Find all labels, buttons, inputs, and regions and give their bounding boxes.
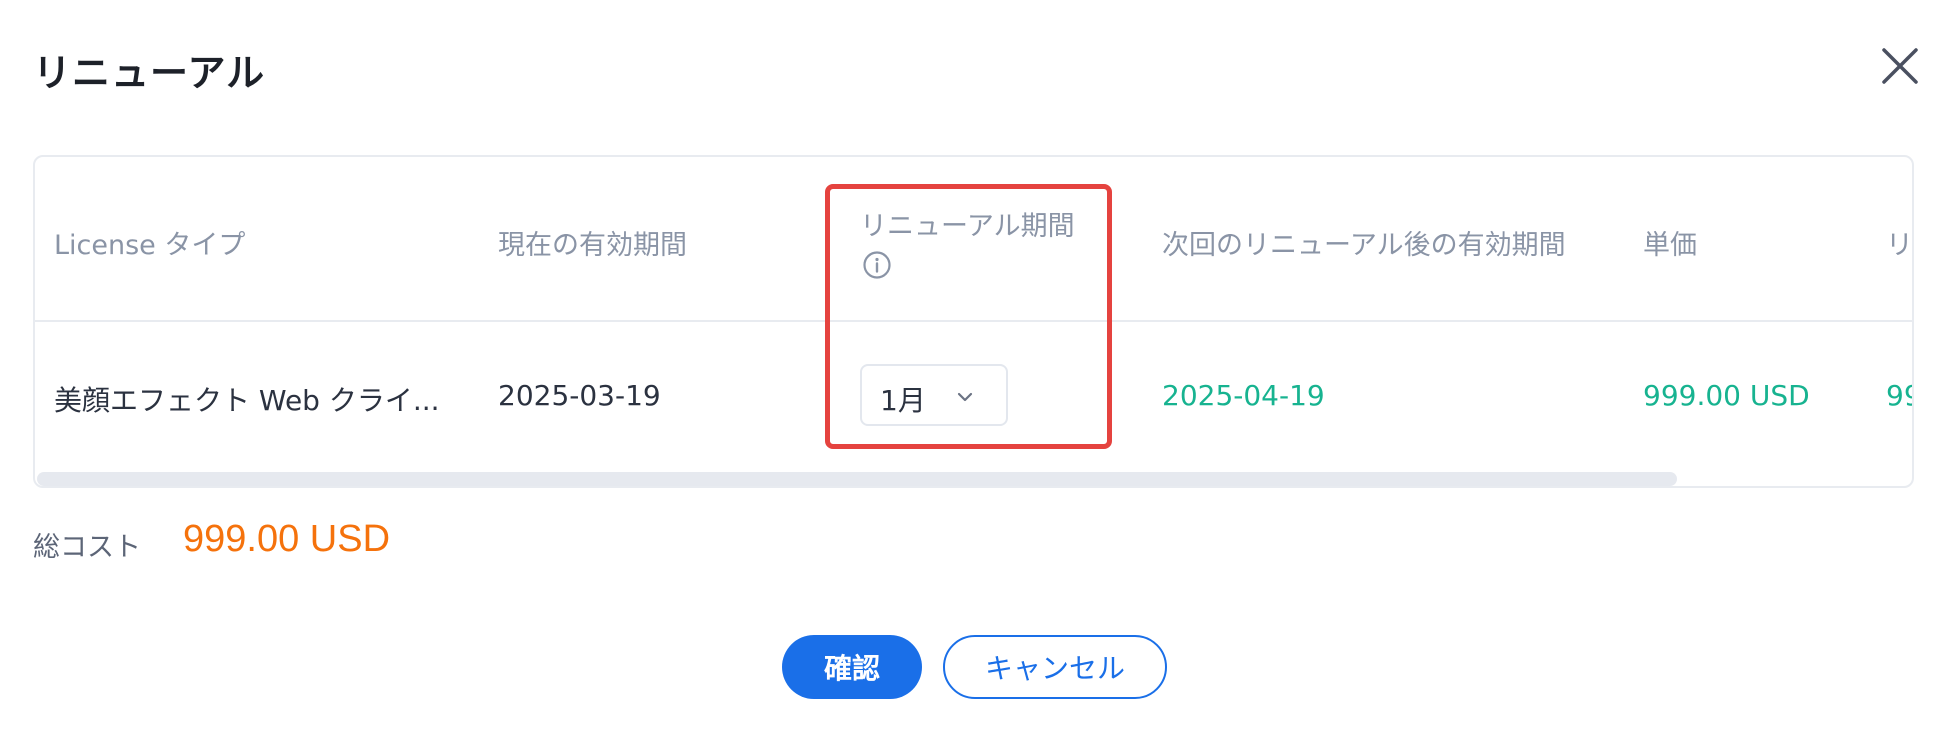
header-current-period: 現在の有効期間 [498,230,687,261]
header-partial-column: リニ [1886,230,1913,261]
renewal-dialog: リニューアル License タイプ 現在の有効期間 リニューアル期間 次回のリ… [0,0,1946,732]
total-cost-label: 総コスト [33,532,141,563]
chevron-down-icon [953,385,977,409]
cell-license-type: 美顔エフェクト Web クライ... [54,384,440,417]
header-renewal-period: リニューアル期間 [860,211,1075,242]
header-next-period: 次回のリニューアル後の有効期間 [1162,230,1566,261]
dialog-title: リニューアル [33,51,266,95]
cell-current-expiry: 2025-03-19 [498,379,661,412]
cell-next-expiry: 2025-04-19 [1162,379,1325,412]
close-icon[interactable] [1880,46,1920,86]
table-header-row: License タイプ 現在の有効期間 リニューアル期間 次回のリニューアル後の… [35,157,1912,322]
renewal-period-select[interactable]: 1月 [860,364,1008,426]
renewal-period-value: 1月 [880,384,926,417]
horizontal-scrollbar[interactable] [37,472,1677,486]
header-license-type: License タイプ [54,230,246,261]
cell-unit-price: 999.00 USD [1643,379,1810,412]
total-cost-value: 999.00 USD [183,518,391,560]
header-unit-price: 単価 [1643,230,1697,261]
cell-partial: 999 [1886,379,1912,412]
confirm-button[interactable]: 確認 [782,635,922,699]
cancel-button[interactable]: キャンセル [943,635,1167,699]
renewal-table: License タイプ 現在の有効期間 リニューアル期間 次回のリニューアル後の… [33,155,1914,488]
info-circle-icon[interactable] [862,250,892,280]
